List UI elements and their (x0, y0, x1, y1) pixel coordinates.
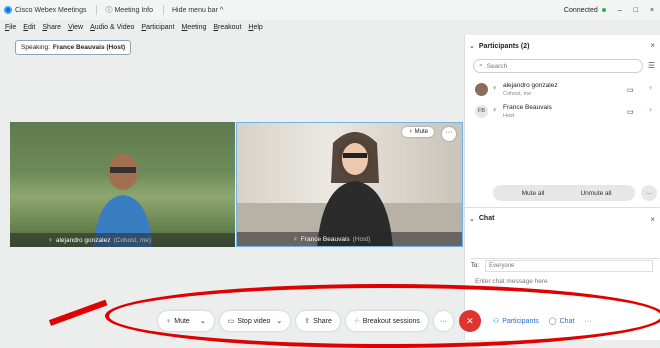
stop-video-button[interactable]: ▭ Stop video ⌄ (219, 311, 291, 331)
close-icon[interactable]: × (650, 215, 655, 224)
menu-view[interactable]: View (68, 24, 83, 31)
menu-meeting[interactable]: Meeting (181, 24, 206, 31)
minimize-button[interactable]: – (618, 7, 622, 14)
mic-active-icon[interactable]: ♀ (648, 107, 653, 114)
video-tile-alejandro[interactable]: ♀ alejandro gonzalez (Cohost, me) (10, 122, 235, 247)
mic-icon: ♀ (166, 317, 172, 325)
more-button[interactable]: ··· (433, 311, 453, 331)
sort-list-icon[interactable]: ☰ (648, 61, 655, 70)
connected-dot-icon (601, 7, 606, 12)
hide-menu-bar-button[interactable]: Hide menu bar ^ (172, 7, 223, 14)
mic-icon: ♀ (492, 85, 498, 92)
divider (163, 5, 164, 15)
video-tile-france[interactable]: ♀ Mute ··· ♀ France Beauvais (Host) (236, 122, 463, 247)
menu-share[interactable]: Share (42, 24, 61, 31)
menu-edit[interactable]: Edit (23, 24, 35, 31)
camera-icon: ▭ (627, 109, 634, 116)
meeting-controls: ♀ Mute ⌄ ▭ Stop video ⌄ ⇪ Share ⁘ Breakout ses… (158, 309, 591, 333)
title-bar: Cisco Webex Meetings ⓘ Meeting Info Hide … (0, 0, 660, 20)
search-input[interactable]: ⌕ Search (473, 59, 643, 73)
chevron-down-icon: ⌄ (469, 215, 475, 223)
chat-header[interactable]: ⌄ Chat × (465, 207, 660, 229)
participant-name: alejandro gonzalez (503, 82, 558, 89)
mute-button[interactable]: ♀ Mute ⌄ (158, 311, 214, 331)
video-name-bar: ♀ alejandro gonzalez (Cohost, me) (10, 233, 235, 247)
participant-role: Cohost, me (503, 91, 532, 97)
maximize-button[interactable]: □ (634, 7, 638, 14)
participants-header[interactable]: ⌄ Participants (2) × (465, 35, 660, 57)
close-window-button[interactable]: × (650, 7, 654, 14)
chevron-down-icon: ⌄ (276, 318, 283, 325)
webex-logo-icon (4, 6, 12, 14)
connection-status: Connected (564, 7, 606, 14)
chat-recipient: To: Everyone (471, 258, 659, 272)
meeting-info-button[interactable]: ⓘ Meeting Info (105, 5, 153, 15)
menu-bar: File Edit Share View Audio & Video Parti… (0, 20, 460, 35)
avatar (475, 83, 488, 96)
person-icon: ⚇ (492, 318, 500, 325)
unmute-all-button[interactable]: Unmute all (557, 185, 635, 201)
video-more-button[interactable]: ··· (442, 127, 456, 141)
menu-participant[interactable]: Participant (141, 24, 174, 31)
breakout-sessions-button[interactable]: ⁘ Breakout sessions (345, 311, 428, 331)
right-panel: ⌄ Participants (2) × ⌕ Search ☰ ♀ alejan… (464, 35, 660, 340)
annotation-arrow (48, 299, 108, 326)
chevron-down-icon: ⌄ (199, 318, 206, 325)
chat-button[interactable]: ◯ Chat (548, 317, 575, 326)
menu-audio-video[interactable]: Audio & Video (90, 24, 134, 31)
menu-help[interactable]: Help (248, 24, 262, 31)
chat-icon: ◯ (548, 318, 557, 325)
more-options-button[interactable]: ··· (641, 185, 657, 201)
chat-input[interactable]: Enter chat message here (475, 278, 548, 285)
app-title: Cisco Webex Meetings (15, 6, 87, 14)
info-icon: ⓘ (105, 7, 113, 14)
avatar: FB (475, 105, 488, 118)
share-icon: ⇪ (304, 318, 311, 325)
video-mute-button[interactable]: ♀ Mute (402, 127, 434, 137)
camera-icon: ▭ (627, 87, 634, 94)
breakout-icon: ⁘ (353, 318, 360, 325)
participant-row[interactable]: ♀ alejandro gonzalez Cohost, me ▭ ♀ (475, 81, 655, 101)
search-icon: ⌕ (479, 62, 483, 69)
chevron-up-icon: ^ (219, 6, 224, 14)
mic-icon: ♀ (48, 236, 53, 244)
menu-file[interactable]: File (5, 24, 16, 31)
chevron-down-icon: ⌄ (469, 43, 475, 50)
mic-active-icon[interactable]: ♀ (648, 85, 653, 92)
camera-icon: ▭ (227, 318, 235, 325)
participant-role: Host (503, 113, 515, 119)
more-options-button[interactable]: ··· (584, 318, 591, 325)
end-meeting-button[interactable]: ✕ (458, 310, 481, 332)
menu-breakout[interactable]: Breakout (213, 24, 241, 31)
video-name-bar: ♀ France Beauvais (Host) (237, 232, 462, 246)
mic-muted-icon: ♀ (293, 235, 298, 243)
participant-name: France Beauvais (503, 104, 552, 111)
close-icon[interactable]: × (650, 41, 655, 50)
participant-video-icon (93, 154, 153, 247)
participant-video-icon (237, 132, 462, 246)
chat-recipient-select[interactable]: Everyone (485, 259, 654, 272)
share-button[interactable]: ⇪ Share (296, 311, 340, 331)
speaking-indicator: Speaking: France Beauvais (Host) (15, 40, 132, 55)
mic-icon: ♀ (492, 107, 498, 114)
divider (96, 5, 98, 15)
participant-row[interactable]: FB ♀ France Beauvais Host ▭ ♀ (475, 103, 655, 123)
participants-button[interactable]: ⚇ Participants (492, 317, 539, 326)
chat-to-label: To: (471, 262, 480, 269)
